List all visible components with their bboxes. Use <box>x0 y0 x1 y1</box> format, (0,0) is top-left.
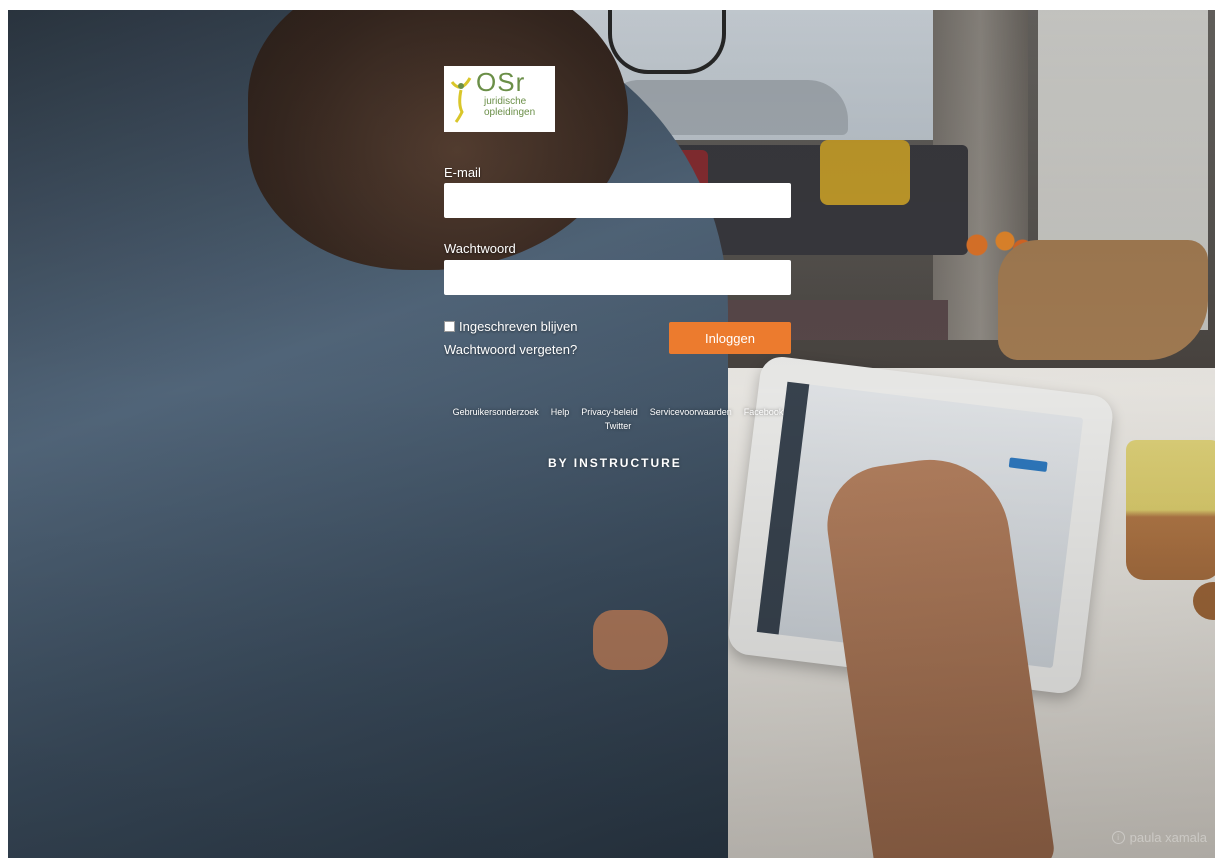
logo-subtitle: juridische opleidingen <box>484 96 535 118</box>
footer-link-facebook[interactable]: Facebook <box>744 407 784 417</box>
login-page: OSr juridische opleidingen E-mail Wachtw… <box>8 10 1215 858</box>
footer-link-twitter[interactable]: Twitter <box>605 421 632 431</box>
footer-links: Gebruikersonderzoek Help Privacy-beleid … <box>448 407 788 431</box>
footer-link-help[interactable]: Help <box>551 407 570 417</box>
footer-link-servicevoorwaarden[interactable]: Servicevoorwaarden <box>650 407 732 417</box>
background-overlay <box>8 10 1215 858</box>
footer-link-privacy[interactable]: Privacy-beleid <box>581 407 638 417</box>
login-button[interactable]: Inloggen <box>669 322 791 354</box>
logo-subtitle-line2: opleidingen <box>484 107 536 118</box>
by-instructure-label: BY INSTRUCTURE <box>548 456 682 470</box>
remember-label: Ingeschreven blijven <box>459 319 578 334</box>
photo-credit-text: paula xamala <box>1129 830 1207 845</box>
remember-checkbox[interactable] <box>444 321 455 332</box>
remember-me[interactable]: Ingeschreven blijven <box>444 319 578 334</box>
forgot-password-link[interactable]: Wachtwoord vergeten? <box>444 342 577 357</box>
info-icon: i <box>1111 831 1125 844</box>
logo-figure-icon <box>450 77 472 123</box>
logo-subtitle-line1: juridische <box>484 96 527 107</box>
email-field[interactable] <box>444 183 791 218</box>
footer-link-gebruikersonderzoek[interactable]: Gebruikersonderzoek <box>453 407 539 417</box>
logo-brand: OSr <box>476 67 526 97</box>
password-label: Wachtwoord <box>444 241 516 256</box>
photo-credit[interactable]: i paula xamala <box>1111 830 1207 845</box>
email-label: E-mail <box>444 165 481 180</box>
osr-logo: OSr juridische opleidingen <box>444 66 555 132</box>
password-field[interactable] <box>444 260 791 295</box>
